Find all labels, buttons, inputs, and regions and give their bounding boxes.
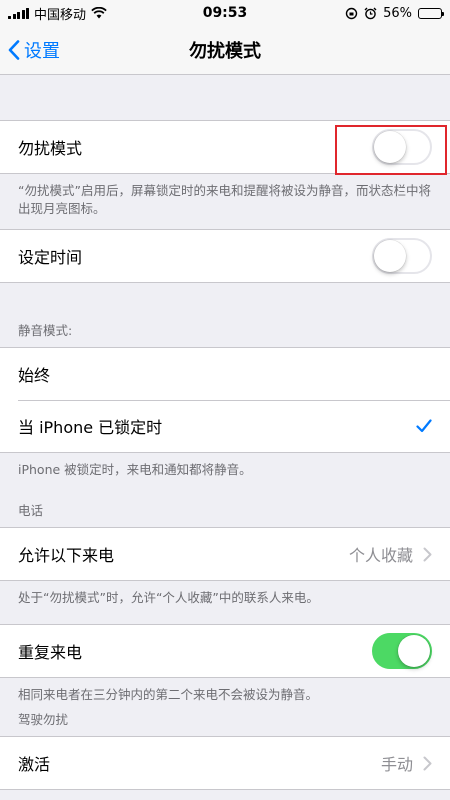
repeated-calls-footer: 相同来电者在三分钟内的第二个来电不会被设为静音。 (18, 687, 319, 702)
status-bar: 中国移动 09:53 56% (0, 0, 450, 26)
allow-calls-footer: 处于“勿扰模式”时，允许“个人收藏”中的联系人来电。 (18, 590, 319, 605)
carrier-name: 中国移动 (34, 7, 87, 23)
wifi-icon (91, 7, 107, 19)
toggle-knob (398, 635, 430, 667)
scheduled-label: 设定时间 (18, 248, 83, 267)
orientation-lock-icon (345, 7, 358, 19)
toggle-knob (374, 240, 406, 272)
phone-header: 电话 (18, 503, 44, 518)
driving-activate-value: 手动 (380, 755, 413, 774)
dnd-row: 勿扰模式 (0, 121, 450, 173)
chevron-right-icon (423, 756, 432, 770)
battery-percent: 56% (383, 5, 412, 21)
repeated-calls-row: 重复来电 (0, 625, 450, 677)
silence-option-always[interactable]: 始终 (0, 348, 450, 400)
driving-activate-label: 激活 (18, 755, 51, 774)
navigation-bar: 设置 勿扰模式 (0, 26, 450, 75)
silence-option-locked[interactable]: 当 iPhone 已锁定时 (0, 400, 450, 452)
cellular-signal-icon (8, 7, 29, 19)
driving-activate-row[interactable]: 激活 手动 (0, 737, 450, 789)
scheduled-row: 设定时间 (0, 230, 450, 282)
repeated-calls-toggle[interactable] (372, 633, 432, 669)
toggle-knob (374, 131, 406, 163)
dnd-toggle[interactable] (372, 129, 432, 165)
allow-calls-row[interactable]: 允许以下来电 个人收藏 (0, 528, 450, 580)
dnd-label: 勿扰模式 (18, 139, 83, 158)
driving-group: 激活 手动 (0, 736, 450, 790)
scheduled-toggle[interactable] (372, 238, 432, 274)
silence-option-label: 始终 (18, 366, 51, 385)
repeated-calls-group: 重复来电 (0, 624, 450, 678)
dnd-footer: “勿扰模式”启用后，屏幕锁定时的来电和提醒将被设为静音，而状态栏中将出现月亮图标… (18, 183, 431, 216)
back-button-label: 设置 (24, 41, 60, 62)
driving-header: 驾驶勿扰 (18, 712, 69, 727)
scheduled-group: 设定时间 (0, 229, 450, 283)
back-button[interactable]: 设置 (0, 37, 60, 63)
dnd-group: 勿扰模式 (0, 120, 450, 174)
silence-group: 始终 当 iPhone 已锁定时 (0, 347, 450, 453)
allow-calls-group: 允许以下来电 个人收藏 (0, 527, 450, 581)
page-title: 勿扰模式 (189, 41, 261, 62)
silence-option-label: 当 iPhone 已锁定时 (18, 418, 163, 437)
repeated-calls-label: 重复来电 (18, 643, 83, 662)
chevron-right-icon (423, 547, 432, 561)
silence-header: 静音模式: (18, 323, 73, 338)
battery-icon (418, 7, 444, 19)
checkmark-icon (416, 419, 432, 433)
allow-calls-label: 允许以下来电 (18, 546, 115, 565)
chevron-left-icon (8, 40, 20, 60)
alarm-icon (364, 7, 377, 19)
silence-footer: iPhone 被锁定时，来电和通知都将静音。 (18, 462, 252, 477)
allow-calls-value: 个人收藏 (348, 546, 413, 565)
